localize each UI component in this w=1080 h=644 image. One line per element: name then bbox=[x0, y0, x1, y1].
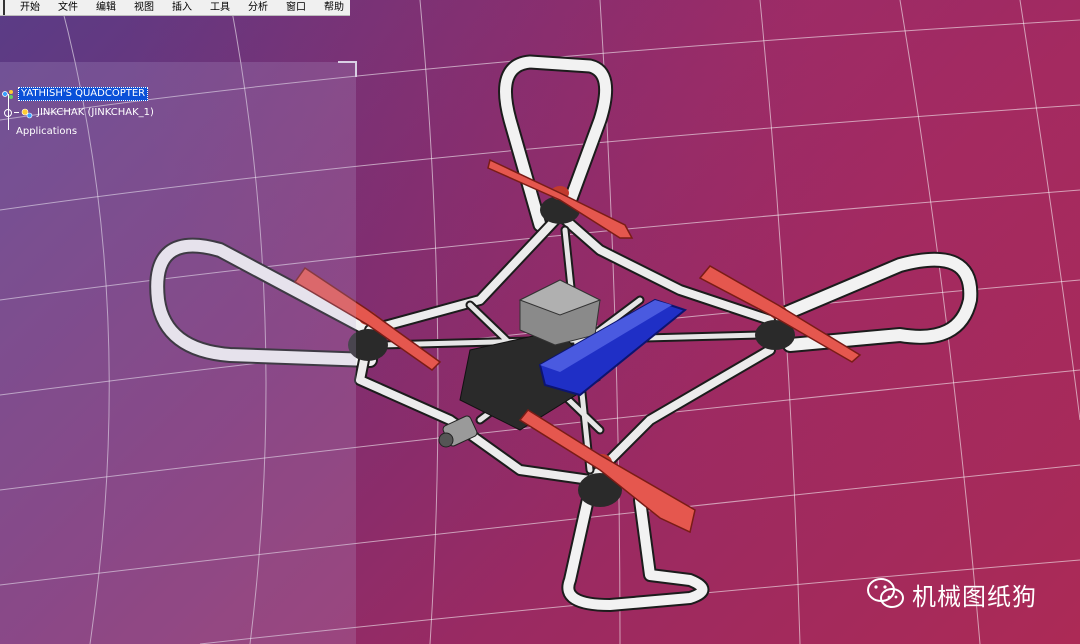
part-gears-icon bbox=[21, 108, 33, 118]
tree-branch-line bbox=[14, 112, 19, 113]
menu-analyze[interactable]: 分析 bbox=[239, 0, 277, 15]
menu-tools[interactable]: 工具 bbox=[201, 0, 239, 15]
tree-child-label[interactable]: JINKCHAK (JINKCHAK_1) bbox=[37, 107, 154, 118]
tree-item-child[interactable]: JINKCHAK (JINKCHAK_1) bbox=[2, 103, 154, 122]
tree-root-label[interactable]: YATHISH'S QUADCOPTER bbox=[18, 86, 149, 101]
menu-view[interactable]: 视图 bbox=[125, 0, 163, 15]
menu-bar: 开始 文件 编辑 视图 插入 工具 分析 窗口 帮助 bbox=[0, 0, 350, 16]
watermark-text: 机械图纸狗 bbox=[912, 582, 1037, 611]
tree-applications-label[interactable]: Applications bbox=[16, 126, 77, 137]
menu-start[interactable]: 开始 bbox=[11, 0, 49, 15]
menu-file[interactable]: 文件 bbox=[49, 0, 87, 15]
tree-item-applications[interactable]: Applications bbox=[2, 122, 154, 141]
expand-toggle-icon[interactable] bbox=[4, 108, 12, 117]
wechat-icon bbox=[867, 578, 904, 608]
tree-item-root[interactable]: YATHISH'S QUADCOPTER bbox=[2, 84, 154, 103]
watermark: 机械图纸狗 bbox=[866, 576, 1037, 612]
menu-help[interactable]: 帮助 bbox=[315, 0, 353, 15]
menu-window[interactable]: 窗口 bbox=[277, 0, 315, 15]
specification-tree: YATHISH'S QUADCOPTER JINKCHAK (JINKCHAK_… bbox=[2, 84, 154, 141]
menu-edit[interactable]: 编辑 bbox=[87, 0, 125, 15]
tree-panel-corner bbox=[338, 61, 357, 77]
specification-tree-panel bbox=[0, 62, 356, 644]
menu-insert[interactable]: 插入 bbox=[163, 0, 201, 15]
product-icon bbox=[2, 89, 13, 99]
app-logo-icon[interactable] bbox=[3, 0, 5, 15]
